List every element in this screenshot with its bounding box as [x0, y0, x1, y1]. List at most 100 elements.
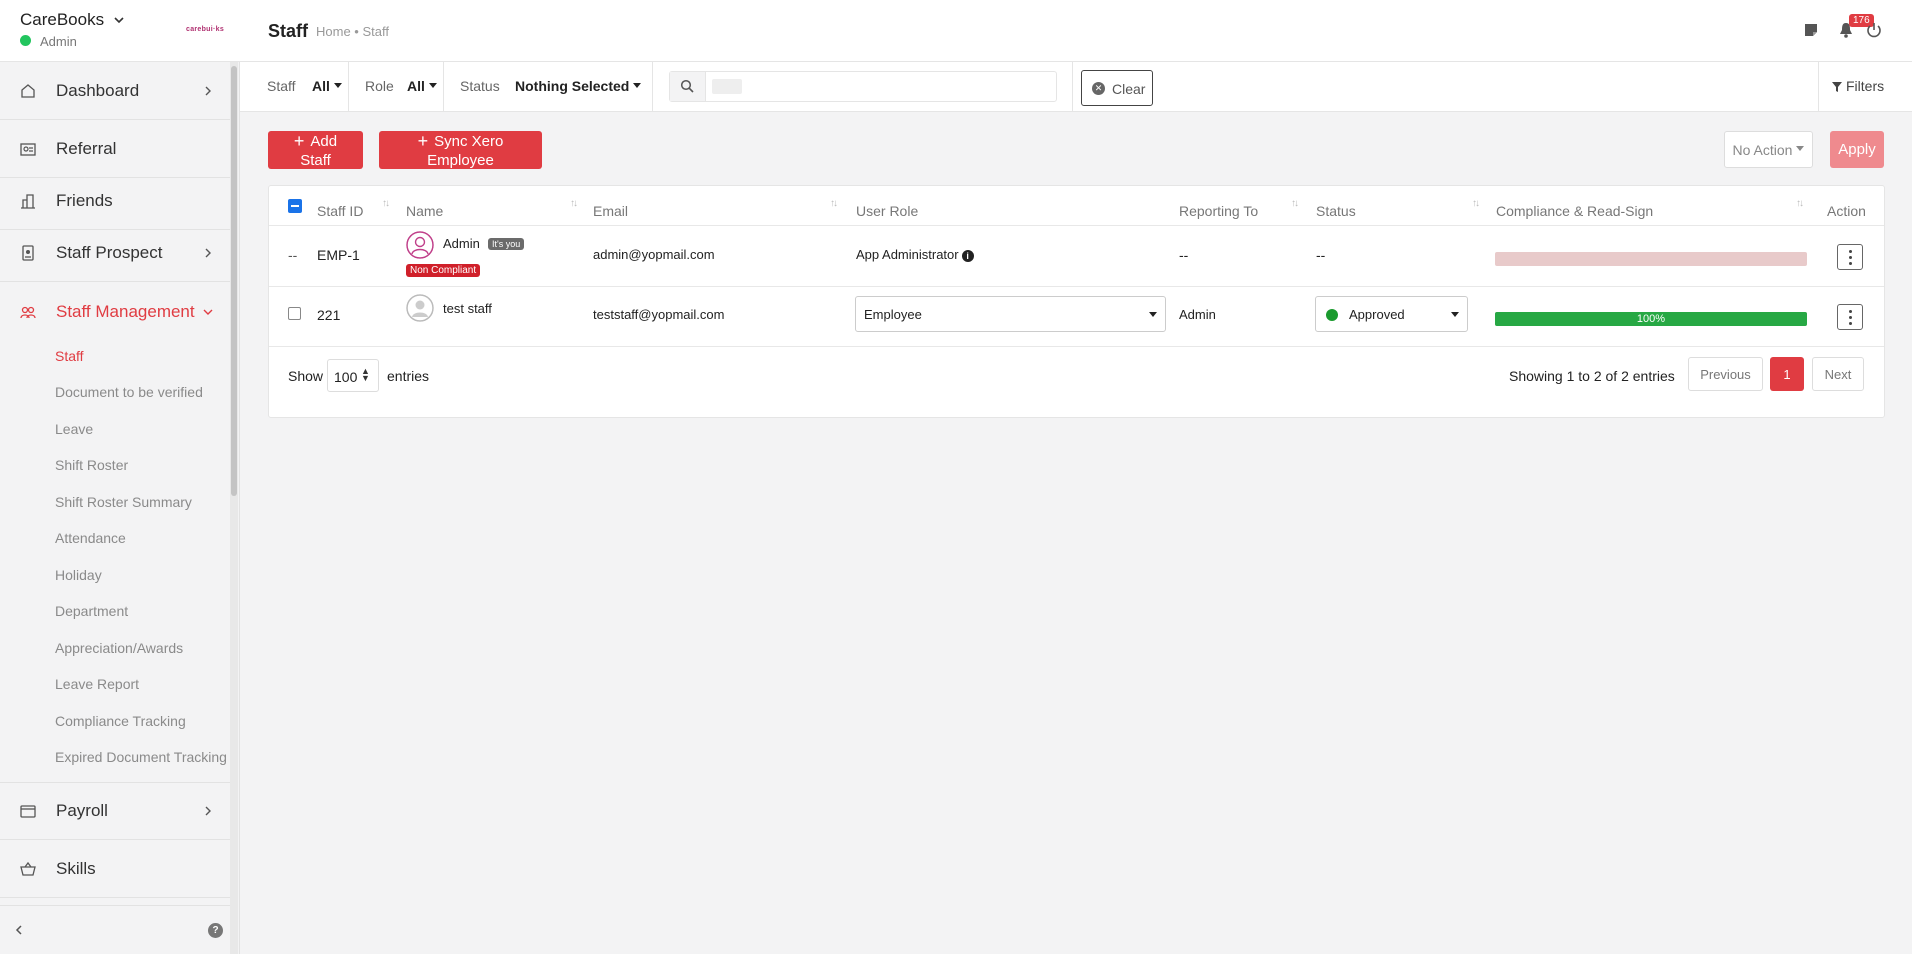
sidebar-sub-leave-report[interactable]: Leave Report — [55, 676, 139, 692]
online-status-dot — [20, 35, 31, 46]
row-actions-button[interactable] — [1837, 304, 1863, 330]
col-header-name[interactable]: Name — [406, 203, 443, 219]
sidebar-item-dashboard[interactable]: Dashboard — [0, 62, 230, 120]
page-title: Staff — [268, 21, 308, 41]
status-filter-label: Status — [460, 78, 500, 94]
collapse-sidebar-icon[interactable] — [12, 923, 26, 937]
wallet-icon — [20, 805, 36, 818]
select-all-checkbox[interactable] — [288, 199, 302, 213]
sort-icon[interactable]: ↑↓ — [1472, 198, 1480, 209]
sidebar-item-label: Staff Prospect — [56, 242, 163, 262]
sidebar-item-label: Dashboard — [56, 80, 140, 100]
kebab-dot — [1849, 250, 1852, 253]
kebab-dot — [1849, 316, 1852, 319]
row-checkbox[interactable] — [288, 307, 301, 320]
note-icon[interactable] — [1802, 21, 1820, 39]
sidebar-item-payroll[interactable]: Payroll — [0, 782, 230, 840]
sidebar-sub-compliance-tracking[interactable]: Compliance Tracking — [55, 713, 186, 729]
staff-table: Staff ID ↑↓ Name ↑↓ Email ↑↓ User Role R… — [268, 185, 1885, 418]
page-size-select[interactable]: 100 ▲ ▼ — [327, 359, 379, 392]
users-icon — [20, 306, 36, 319]
help-icon[interactable]: ? — [208, 923, 223, 938]
sidebar-item-referral[interactable]: Referral — [0, 120, 230, 178]
sidebar-sub-holiday[interactable]: Holiday — [55, 567, 102, 583]
status-select[interactable]: Approved — [1315, 296, 1468, 332]
sync-xero-button[interactable]: + Sync Xero Employee — [379, 131, 542, 169]
avatar[interactable] — [406, 294, 434, 322]
clear-filters-button[interactable]: ✕ Clear — [1081, 70, 1153, 106]
divider — [652, 62, 653, 112]
caret-down-icon — [1451, 312, 1459, 317]
sidebar-sub-shift-roster-summary[interactable]: Shift Roster Summary — [55, 494, 192, 510]
status-cell: -- — [1316, 247, 1326, 263]
sort-icon[interactable]: ↑↓ — [830, 198, 838, 209]
sidebar-item-friends[interactable]: Friends — [0, 172, 230, 230]
info-icon[interactable]: i — [961, 249, 974, 262]
sort-icon[interactable]: ↑↓ — [382, 198, 390, 209]
staff-filter-value: All — [312, 78, 330, 94]
reporting-to-cell: Admin — [1179, 307, 1216, 322]
kebab-dot — [1849, 262, 1852, 265]
sidebar-sub-leave[interactable]: Leave — [55, 421, 93, 437]
app-name[interactable]: CareBooks — [20, 10, 104, 30]
divider — [348, 62, 349, 112]
role-filter-dropdown[interactable]: All — [407, 78, 437, 94]
staff-filter-dropdown[interactable]: All — [312, 78, 342, 94]
col-header-reporting-to[interactable]: Reporting To — [1179, 203, 1258, 219]
sidebar-sub-attendance[interactable]: Attendance — [55, 530, 126, 546]
user-role-selected: Employee — [864, 307, 922, 322]
chevron-down-icon[interactable] — [112, 13, 126, 27]
sidebar-item-skills[interactable]: Skills — [0, 840, 230, 898]
previous-page-button[interactable]: Previous — [1688, 357, 1763, 391]
sort-icon[interactable]: ↑↓ — [1291, 198, 1299, 209]
col-header-email[interactable]: Email — [593, 203, 628, 219]
avatar[interactable] — [406, 231, 434, 259]
sort-icon[interactable]: ↑↓ — [570, 198, 578, 209]
caret-down-icon — [633, 82, 642, 88]
filters-toggle-button[interactable]: Filters — [1831, 78, 1884, 94]
email-cell: admin@yopmail.com — [593, 247, 715, 262]
staff-name-link[interactable]: test staff — [443, 301, 492, 316]
row-actions-button[interactable] — [1837, 244, 1863, 270]
row-divider — [269, 286, 1884, 287]
apply-button[interactable]: Apply — [1830, 131, 1884, 168]
sidebar-item-staff-prospect[interactable]: Staff Prospect — [0, 224, 230, 282]
show-label: Show — [288, 368, 324, 384]
next-page-button[interactable]: Next — [1812, 357, 1864, 391]
brand-header: CareBooks Admin carebui·ks — [0, 0, 240, 62]
breadcrumb[interactable]: Home • Staff — [316, 24, 389, 39]
sidebar-item-label: Skills — [56, 858, 96, 878]
plus-icon: + — [417, 131, 429, 151]
col-header-status[interactable]: Status — [1316, 203, 1356, 219]
search-icon-wrapper — [670, 72, 706, 101]
sort-icon[interactable]: ↑↓ — [1796, 198, 1804, 209]
sidebar-sub-department[interactable]: Department — [55, 603, 128, 619]
close-circle-icon: ✕ — [1092, 82, 1105, 95]
sidebar-sub-appreciation[interactable]: Appreciation/Awards — [55, 640, 183, 656]
sidebar-item-label: Payroll — [56, 801, 108, 820]
col-header-staff-id[interactable]: Staff ID — [317, 203, 363, 219]
add-staff-button[interactable]: + Add Staff — [268, 131, 363, 169]
sidebar-sub-document-verify[interactable]: Document to be verified — [55, 384, 203, 400]
sidebar-sub-shift-roster[interactable]: Shift Roster — [55, 457, 128, 473]
page-size-value: 100 — [334, 369, 358, 385]
page-1-button[interactable]: 1 — [1770, 357, 1804, 391]
bulk-action-dropdown[interactable]: No Action — [1724, 131, 1813, 168]
col-header-compliance[interactable]: Compliance & Read-Sign — [1496, 203, 1653, 219]
sidebar-scroll-thumb[interactable] — [231, 66, 237, 496]
kebab-dot — [1849, 310, 1852, 313]
sidebar-sub-expired-document[interactable]: Expired Document Tracking — [55, 749, 227, 765]
filters-label: Filters — [1846, 78, 1885, 94]
staff-name-link[interactable]: Admin — [443, 236, 480, 251]
its-you-badge: It's you — [488, 238, 525, 250]
status-filter-dropdown[interactable]: Nothing Selected — [515, 78, 642, 94]
email-cell: teststaff@yopmail.com — [593, 307, 725, 322]
user-role-select[interactable]: Employee — [855, 296, 1166, 332]
search-input[interactable] — [712, 77, 1047, 96]
power-icon[interactable] — [1865, 21, 1883, 39]
staff-id-cell: 221 — [317, 307, 341, 323]
chevron-right-icon — [205, 248, 211, 257]
staff-id-cell: EMP-1 — [317, 247, 360, 263]
sidebar-sub-staff[interactable]: Staff — [55, 348, 84, 364]
sidebar-item-staff-management[interactable]: Staff Management — [0, 283, 230, 341]
